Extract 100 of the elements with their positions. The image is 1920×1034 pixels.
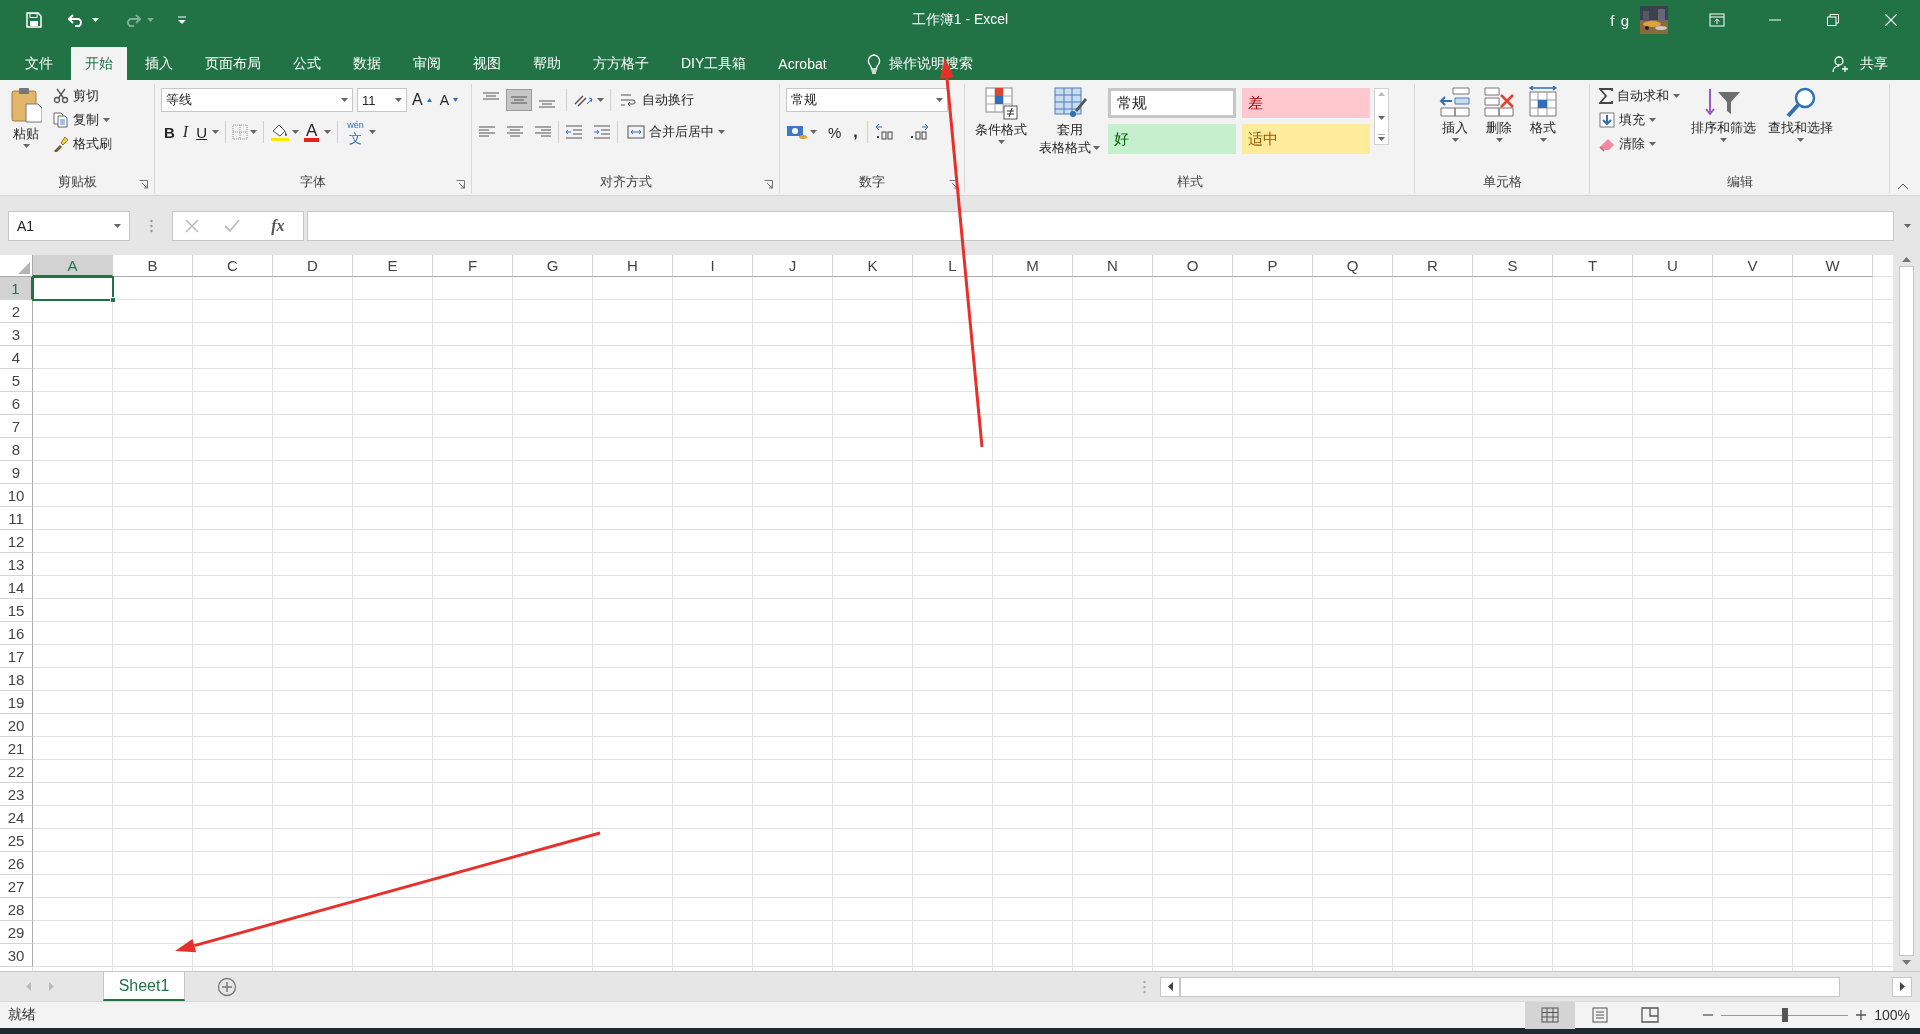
column-header[interactable]: N	[1073, 255, 1153, 277]
column-header[interactable]: F	[433, 255, 513, 277]
column-header[interactable]: E	[353, 255, 433, 277]
grow-font-button[interactable]: A	[409, 88, 435, 112]
zoom-in-icon[interactable]	[1856, 1010, 1867, 1020]
person-icon[interactable]	[1832, 54, 1850, 73]
formula-input[interactable]	[307, 211, 1894, 241]
row-header[interactable]: 17	[0, 645, 33, 668]
autosum-button[interactable]: 自动求和	[1596, 84, 1683, 108]
cell-style-option[interactable]: 常规	[1108, 88, 1236, 118]
caret-icon[interactable]	[22, 144, 30, 148]
ribbon-tab[interactable]: 数据	[339, 47, 395, 80]
cell-style-option[interactable]: 适中	[1242, 124, 1370, 154]
shrink-font-button[interactable]: A	[436, 88, 461, 112]
row-header[interactable]: 27	[0, 875, 33, 898]
dialog-launcher-icon[interactable]	[456, 180, 465, 189]
caret-icon[interactable]	[1673, 94, 1680, 98]
caret-icon[interactable]	[395, 98, 402, 102]
row-header[interactable]: 26	[0, 852, 33, 875]
cell-style-option[interactable]: 差	[1242, 88, 1370, 118]
ribbon-tab[interactable]: 方方格子	[579, 47, 663, 80]
caret-icon[interactable]	[997, 140, 1005, 144]
row-header[interactable]: 13	[0, 553, 33, 576]
copy-button[interactable]: 复制	[50, 108, 115, 132]
column-header[interactable]: U	[1633, 255, 1713, 277]
ribbon-tab[interactable]: 页面布局	[191, 47, 275, 80]
phonetic-button[interactable]: wén 文	[344, 120, 367, 144]
customize-icon[interactable]	[178, 16, 186, 24]
ribbon-tab[interactable]: Acrobat	[764, 47, 841, 80]
column-header[interactable]: M	[993, 255, 1073, 277]
row-header[interactable]: 28	[0, 898, 33, 921]
caret-icon[interactable]	[1539, 138, 1547, 142]
column-header[interactable]: Q	[1313, 255, 1393, 277]
format-painter-button[interactable]: 格式刷	[50, 132, 115, 156]
insert-cells-button[interactable]: 插入	[1435, 84, 1475, 144]
caret-icon[interactable]	[1903, 224, 1911, 228]
caret-icon[interactable]	[597, 98, 604, 102]
scroll-up-icon[interactable]	[1902, 257, 1911, 262]
font-size-dropdown[interactable]: 11	[357, 88, 407, 112]
ribbon-display-icon[interactable]	[1709, 13, 1725, 27]
caret-icon[interactable]	[810, 130, 817, 134]
find-select-button[interactable]: 查找和选择	[1764, 84, 1837, 144]
format-cells-button[interactable]: 格式	[1523, 84, 1563, 144]
column-header[interactable]: W	[1793, 255, 1873, 277]
caret-icon[interactable]	[103, 118, 110, 122]
ribbon-tab[interactable]: 公式	[279, 47, 335, 80]
italic-button[interactable]: I	[179, 120, 192, 144]
row-header[interactable]: 18	[0, 668, 33, 691]
active-cell[interactable]	[32, 276, 114, 301]
row-header[interactable]: 5	[0, 369, 33, 392]
caret-icon[interactable]	[1649, 142, 1656, 146]
row-header[interactable]: 4	[0, 346, 33, 369]
row-header[interactable]: 20	[0, 714, 33, 737]
restore-icon[interactable]	[1827, 14, 1839, 26]
row-header[interactable]: 15	[0, 599, 33, 622]
clear-button[interactable]: 清除	[1596, 132, 1683, 156]
column-header[interactable]: P	[1233, 255, 1313, 277]
caret-icon[interactable]	[1797, 138, 1804, 142]
caret-icon[interactable]	[1093, 146, 1100, 150]
row-header[interactable]: 10	[0, 484, 33, 507]
ribbon-tab[interactable]: 文件	[11, 47, 67, 80]
column-header[interactable]: T	[1553, 255, 1633, 277]
scroll-down-icon[interactable]	[1902, 960, 1911, 965]
row-header[interactable]: 12	[0, 530, 33, 553]
column-header[interactable]: C	[193, 255, 273, 277]
caret-icon[interactable]	[718, 130, 725, 134]
caret-icon[interactable]	[1495, 138, 1503, 142]
lightbulb-icon[interactable]	[866, 53, 881, 74]
caret-icon[interactable]	[250, 130, 257, 134]
row-header[interactable]: 2	[0, 300, 33, 323]
caret-icon[interactable]	[324, 130, 332, 134]
dialog-launcher-icon[interactable]	[949, 180, 958, 189]
delete-cells-button[interactable]: 删除	[1479, 84, 1519, 144]
column-header[interactable]: B	[113, 255, 193, 277]
caret-icon[interactable]	[1451, 138, 1459, 142]
caret-icon[interactable]	[292, 130, 299, 134]
row-header[interactable]: 6	[0, 392, 33, 415]
normal-view-icon[interactable]	[1541, 1007, 1560, 1023]
save-icon[interactable]	[26, 12, 42, 28]
row-header[interactable]: 14	[0, 576, 33, 599]
scrollbar-thumb[interactable]	[1180, 976, 1840, 997]
share-button[interactable]: 共享	[1854, 53, 1894, 74]
collapse-ribbon-icon[interactable]	[1898, 183, 1908, 189]
row-header[interactable]: 16	[0, 622, 33, 645]
add-sheet-icon[interactable]	[217, 976, 237, 997]
caret-icon[interactable]	[92, 18, 99, 22]
number-format-dropdown[interactable]: 常规	[786, 88, 948, 112]
cut-button[interactable]: 剪切	[50, 84, 115, 108]
row-header[interactable]: 8	[0, 438, 33, 461]
cell-style-option[interactable]: 好	[1108, 124, 1236, 154]
row-header[interactable]: 19	[0, 691, 33, 714]
row-header[interactable]: 23	[0, 783, 33, 806]
ribbon-tab[interactable]: 视图	[459, 47, 515, 80]
column-header[interactable]: R	[1393, 255, 1473, 277]
column-header[interactable]: A	[33, 255, 113, 277]
row-header[interactable]: 1	[0, 277, 33, 300]
row-header[interactable]: 21	[0, 737, 33, 760]
name-box[interactable]: A1	[8, 211, 130, 241]
column-header[interactable]: V	[1713, 255, 1793, 277]
sheet-tab[interactable]: Sheet1	[103, 972, 185, 1001]
